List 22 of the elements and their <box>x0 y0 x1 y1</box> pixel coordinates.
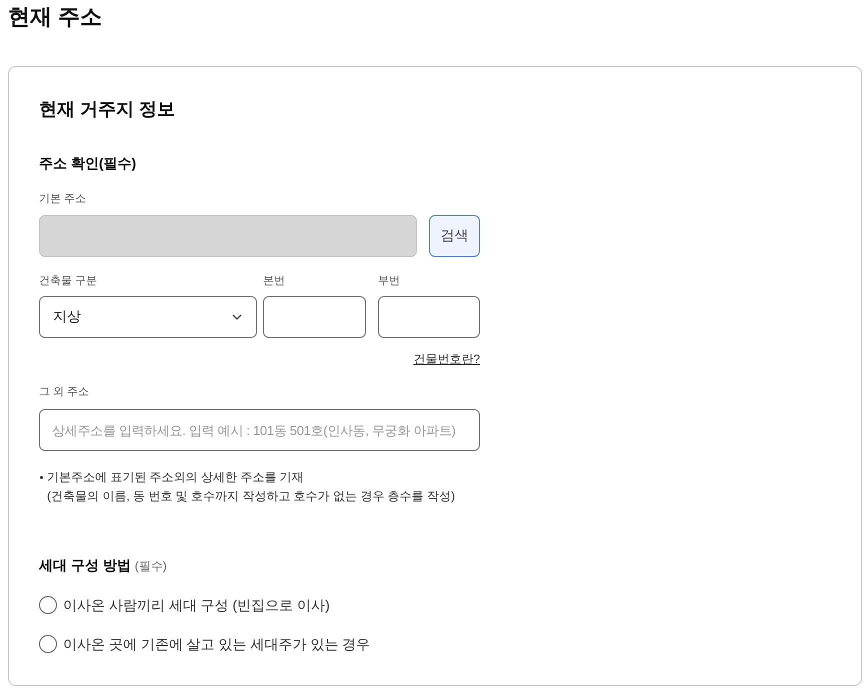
field-label: 그 외 주소 <box>39 385 90 400</box>
radio-button[interactable] <box>39 596 57 614</box>
field-label: 부번 <box>378 274 400 289</box>
detail-address-field[interactable]: 상세주소를 입력하세요. 입력 예시 : 101동 501호(인사동, 무궁화 아파트) <box>39 409 480 451</box>
subsection-title: 세대 구성 방법 <box>39 556 131 575</box>
radio-button[interactable] <box>39 635 57 653</box>
option-label[interactable]: 이사온 곳에 기존에 살고 있는 세대주가 있는 경우 <box>63 634 370 654</box>
chevron-down-icon <box>232 314 242 320</box>
building-type-dropdown[interactable]: 지상 <box>39 296 257 338</box>
required-mark: (필수) <box>134 558 167 575</box>
page-title: 현재 주소 <box>8 3 102 31</box>
help-link[interactable]: 건물번호란? <box>413 351 480 367</box>
main-number-field[interactable] <box>263 296 366 338</box>
field-label: 본번 <box>263 274 285 289</box>
field-label: 건축물 구분 <box>39 274 98 289</box>
note-text: 기본주소에 표기된 주소외의 상세한 주소를 기재 (건축물의 이름, 동 번호 및 호수까지 작성하고 호수가 없는 경우 층수를 작성) <box>47 469 455 505</box>
bullet-icon <box>40 476 43 479</box>
subsection-title: 주소 확인(필수) <box>39 154 136 173</box>
field-label: 기본 주소 <box>39 192 86 207</box>
option-label[interactable]: 이사온 사람끼리 세대 구성 (빈집으로 이사) <box>63 595 330 615</box>
section-title: 현재 거주지 정보 <box>39 98 176 121</box>
sub-number-field[interactable] <box>378 296 480 338</box>
